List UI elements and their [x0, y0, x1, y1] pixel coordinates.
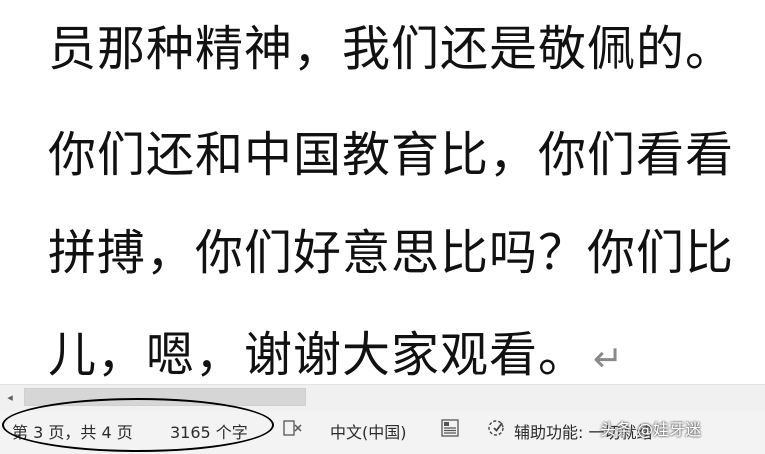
track-changes-icon[interactable]	[440, 417, 462, 443]
scrollbar-thumb[interactable]	[24, 388, 306, 406]
document-line-4: 儿，嗯，谢谢大家观看。 ↵	[48, 328, 624, 384]
paragraph-mark-icon: ↵	[593, 339, 625, 380]
document-line-2: 你们还和中国教育比，你们看看	[48, 127, 735, 183]
horizontal-scrollbar[interactable]: ◂	[0, 384, 765, 412]
language-indicator[interactable]: 中文(中国)	[330, 419, 407, 443]
accessibility-icon[interactable]	[486, 417, 510, 443]
proofing-icon[interactable]	[282, 417, 304, 443]
word-count-indicator[interactable]: 3165 个字	[170, 419, 248, 443]
document-page[interactable]: 员那种精神，我们还是敬佩的。 你们还和中国教育比，你们看看 拼搏，你们好意思比吗…	[0, 0, 765, 384]
document-line-1: 员那种精神，我们还是敬佩的。	[48, 21, 735, 77]
page-number-indicator[interactable]: 第 3 页，共 4 页	[12, 419, 133, 443]
scroll-left-arrow-icon[interactable]: ◂	[0, 387, 20, 407]
watermark: 头条 @娃牙迷	[600, 420, 702, 439]
document-line-3: 拼搏，你们好意思比吗？你们比	[48, 225, 735, 281]
document-line-4-text: 儿，嗯，谢谢大家观看。	[48, 327, 588, 383]
